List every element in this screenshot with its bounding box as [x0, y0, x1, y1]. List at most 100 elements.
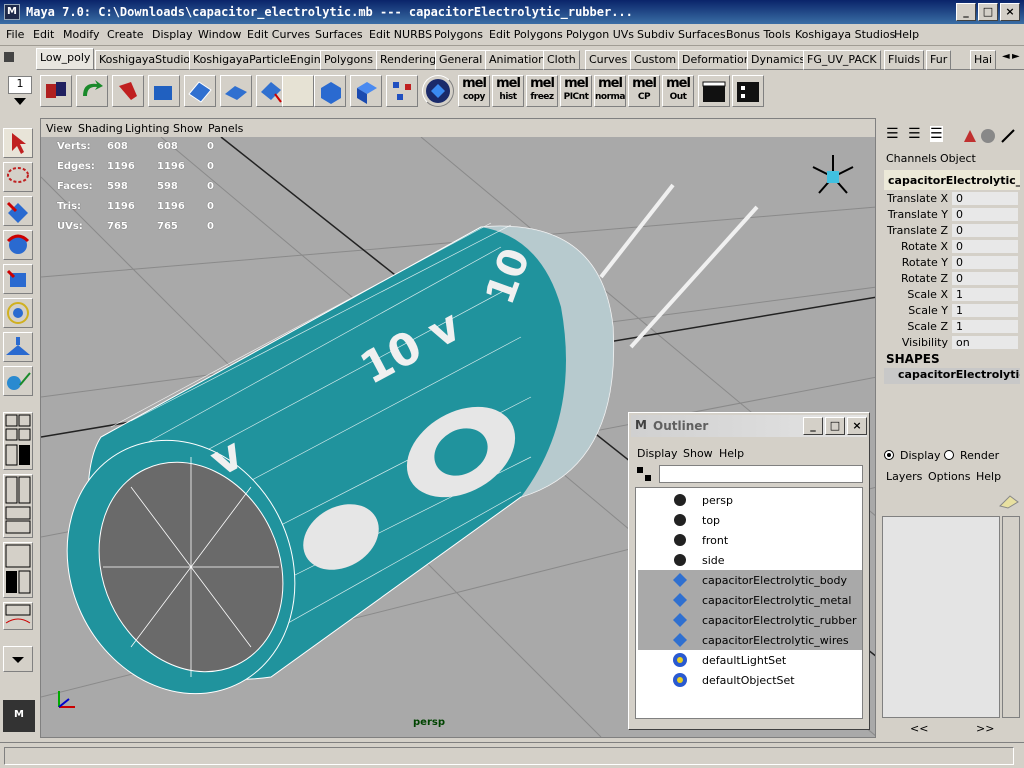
menu-polygon-uvs[interactable]: Polygon UVs [566, 28, 634, 41]
select-tool-icon[interactable] [3, 128, 33, 158]
shelf-plane-icon[interactable] [220, 75, 252, 107]
shelf-menu-arrow-icon[interactable] [14, 98, 26, 105]
tab-fur[interactable]: Fur [926, 50, 952, 70]
outliner-filter-icon[interactable] [635, 465, 655, 483]
shelf-mel-cp[interactable]: mel CP [628, 75, 660, 107]
tab-dynamics[interactable]: Dynamics [747, 50, 810, 70]
tabs-scroll-left-icon[interactable]: ◄ [1002, 51, 1012, 67]
menu-create[interactable]: Create [107, 28, 144, 41]
outliner-menu-display[interactable]: Display [637, 447, 678, 460]
shelf-sphere-icon[interactable] [422, 75, 454, 107]
layer-list[interactable] [882, 516, 1000, 718]
shelf-split-icon[interactable] [148, 75, 180, 107]
outliner-minimize-button[interactable]: _ [803, 417, 823, 435]
tabs-scroll-right-icon[interactable]: ► [1012, 51, 1022, 67]
outliner-item-default-light-set[interactable]: defaultLightSet [638, 650, 862, 670]
menu-edit-curves[interactable]: Edit Curves [247, 28, 310, 41]
shelf-cube-icon[interactable] [314, 75, 346, 107]
shelf-mesh-icon[interactable] [184, 75, 216, 107]
channel-visibility[interactable]: Visibility on [880, 336, 1020, 352]
outliner-item-rubber[interactable]: capacitorElectrolytic_rubber [638, 610, 862, 630]
menu-edit[interactable]: Edit [33, 28, 54, 41]
rotate-tool-icon[interactable] [3, 230, 33, 260]
tab-koshigaya-studios[interactable]: KoshigayaStudios [95, 50, 200, 70]
tab-fg-uv-pack[interactable]: FG_UV_PACK [803, 50, 881, 70]
command-line[interactable] [4, 747, 1014, 765]
tab-channels[interactable]: Channels [886, 152, 937, 165]
channel-translate-y[interactable]: Translate Y0 [880, 208, 1020, 224]
show-manip-icon[interactable] [3, 366, 33, 396]
menu-file[interactable]: File [6, 28, 24, 41]
outliner-close-button[interactable]: × [847, 417, 867, 435]
tab-hair[interactable]: Hai [970, 50, 997, 70]
shelf-tab-icon[interactable] [4, 52, 14, 62]
menu-window[interactable]: Window [198, 28, 241, 41]
channel-rotate-z[interactable]: Rotate Z0 [880, 272, 1020, 288]
outliner-item-persp[interactable]: persp [638, 490, 862, 510]
outliner-menu-help[interactable]: Help [719, 447, 744, 460]
shelf-mel-norma[interactable]: mel norma [594, 75, 626, 107]
vp-menu-shading[interactable]: Shading [78, 122, 123, 135]
move-tool-icon[interactable] [3, 196, 33, 226]
vp-menu-show[interactable]: Show [173, 122, 203, 135]
channel-translate-z[interactable]: Translate Z0 [880, 224, 1020, 240]
shelf-clapboard2-icon[interactable] [732, 75, 764, 107]
layers-menu[interactable]: Layers [886, 470, 922, 483]
layout-quick-buttons-3[interactable] [3, 542, 33, 598]
layout-quick-buttons[interactable] [3, 412, 33, 470]
menu-koshigaya-studios[interactable]: Koshigaya Studios [795, 28, 895, 41]
layout-quick-buttons-2[interactable] [3, 474, 33, 538]
menu-surfaces[interactable]: Surfaces [315, 28, 363, 41]
shelf-mel-freez[interactable]: mel freez [526, 75, 558, 107]
layer-nav-left[interactable]: << [910, 722, 928, 735]
universal-manip-icon[interactable] [3, 298, 33, 328]
view-axis-gizmo-icon[interactable] [805, 149, 861, 205]
outliner-item-top[interactable]: top [638, 510, 862, 530]
channel-scale-z[interactable]: Scale Z1 [880, 320, 1020, 336]
layout-icon-3[interactable]: ☰ [930, 126, 943, 142]
tab-animation[interactable]: Animation [485, 50, 550, 70]
shelf-vertices-icon[interactable] [386, 75, 418, 107]
close-button[interactable]: × [1000, 3, 1020, 21]
outliner-item-front[interactable]: front [638, 530, 862, 550]
shelf-rotate-arrow-icon[interactable] [76, 75, 108, 107]
tab-koshigaya-particle-engine[interactable]: KoshigayaParticleEngine [189, 50, 332, 70]
channel-scale-x[interactable]: Scale X1 [880, 288, 1020, 304]
layer-list-scrollbar[interactable] [1002, 516, 1020, 718]
tab-general[interactable]: General [435, 50, 487, 70]
shelf-mel-copy[interactable]: mel copy [458, 75, 490, 107]
maximize-button[interactable]: □ [978, 3, 998, 21]
layout-icon-1[interactable]: ☰ [886, 126, 899, 142]
channel-translate-x[interactable]: Translate X0 [880, 192, 1020, 208]
layer-nav-right[interactable]: >> [976, 722, 994, 735]
shelf-combine-icon[interactable] [40, 75, 72, 107]
layers-options-menu[interactable]: Options [928, 470, 970, 483]
menu-bonus-tools[interactable]: Bonus Tools [726, 28, 791, 41]
outliner-item-wires[interactable]: capacitorElectrolytic_wires [638, 630, 862, 650]
render-radio[interactable] [944, 450, 954, 460]
outliner-titlebar[interactable]: M Outliner _ □ × [631, 415, 867, 437]
channel-rotate-x[interactable]: Rotate X0 [880, 240, 1020, 256]
tab-deformation[interactable]: Deformation [678, 50, 755, 70]
menu-help[interactable]: Help [894, 28, 919, 41]
outliner-item-metal[interactable]: capacitorElectrolytic_metal [638, 590, 862, 610]
soft-mod-icon[interactable] [3, 332, 33, 362]
shelf-red-arrow-icon[interactable] [112, 75, 144, 107]
outliner-item-body[interactable]: capacitorElectrolytic_body [638, 570, 862, 590]
outliner-item-side[interactable]: side [638, 550, 862, 570]
tab-fluids[interactable]: Fluids [884, 50, 925, 70]
menu-subdiv-surfaces[interactable]: Subdiv Surfaces [637, 28, 726, 41]
outliner-menu-show[interactable]: Show [683, 447, 713, 460]
outliner-item-default-object-set[interactable]: defaultObjectSet [638, 670, 862, 690]
menu-display[interactable]: Display [152, 28, 193, 41]
tab-cloth[interactable]: Cloth [543, 50, 580, 70]
menu-modify[interactable]: Modify [63, 28, 99, 41]
shelf-mel-picnt[interactable]: mel PICnt [560, 75, 592, 107]
vp-menu-panels[interactable]: Panels [208, 122, 243, 135]
shelf-clapboard-icon[interactable] [698, 75, 730, 107]
scale-tool-icon[interactable] [3, 264, 33, 294]
layers-help-menu[interactable]: Help [976, 470, 1001, 483]
outliner-search-input[interactable] [659, 465, 863, 483]
shelf-blank-slot[interactable] [282, 75, 314, 107]
minimize-button[interactable]: _ [956, 3, 976, 21]
